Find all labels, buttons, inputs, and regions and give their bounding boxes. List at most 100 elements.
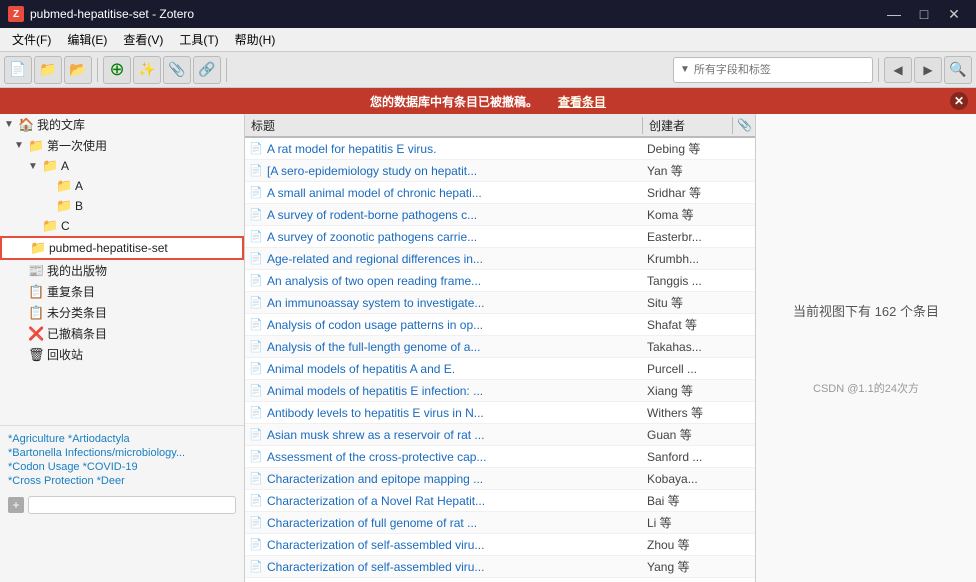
notification-link[interactable]: 查看条目 <box>558 93 606 110</box>
row-title: Age-related and regional differences in.… <box>263 252 643 266</box>
sidebar-label: 第一次使用 <box>47 137 107 154</box>
row-creator: Bai 等 <box>643 492 733 509</box>
table-row[interactable]: 📄 Antibody levels to hepatitis E virus i… <box>245 402 755 424</box>
row-doc-icon: 📄 <box>245 208 263 221</box>
search-box[interactable]: ▼ <box>673 57 873 83</box>
credit-text: CSDN @1.1的24次方 <box>793 380 939 396</box>
row-creator: Yan 等 <box>643 162 733 179</box>
folder-icon: 📁 <box>28 138 44 154</box>
menu-file[interactable]: 文件(F) <box>4 29 59 50</box>
table-row[interactable]: 📄 Characterization of a Novel Rat Hepati… <box>245 490 755 512</box>
sidebar-item-c[interactable]: 📁 C <box>0 216 244 236</box>
sidebar-item-my-library[interactable]: ▼ 🏠 我的文库 <box>0 114 244 135</box>
sidebar-item-pubmed-set[interactable]: 📁 pubmed-hepatitise-set <box>0 236 244 260</box>
sidebar-item-unclassified[interactable]: 📋 未分类条目 <box>0 302 244 323</box>
tag-item[interactable]: *Codon Usage *COVID-19 <box>8 460 236 474</box>
row-doc-icon: 📄 <box>245 516 263 529</box>
table-row[interactable]: 📄 Age-related and regional differences i… <box>245 248 755 270</box>
nav-back-button[interactable]: ◀ <box>884 57 912 83</box>
table-row[interactable]: 📄 An analysis of two open reading frame.… <box>245 270 755 292</box>
tag-search[interactable] <box>28 496 236 514</box>
tag-item[interactable]: *Bartonella Infections/microbiology... <box>8 446 236 460</box>
sidebar-label: 已撤稿条目 <box>47 325 107 342</box>
menu-help[interactable]: 帮助(H) <box>227 29 284 50</box>
new-item-button[interactable]: 📄 <box>4 56 32 84</box>
menu-tools[interactable]: 工具(T) <box>171 29 226 50</box>
add-button[interactable]: ⊕ <box>103 56 131 84</box>
row-creator: Zhou 等 <box>643 536 733 553</box>
maximize-button[interactable]: □ <box>910 0 938 28</box>
col-header-attach[interactable]: 📎 <box>733 118 755 132</box>
table-row[interactable]: 📄 An immunoassay system to investigate..… <box>245 292 755 314</box>
table-row[interactable]: 📄 A rat model for hepatitis E virus. Deb… <box>245 138 755 160</box>
table-row[interactable]: 📄 Characterization of full genome of rat… <box>245 512 755 534</box>
search-input[interactable] <box>694 64 844 76</box>
table-row[interactable]: 📄 A survey of zoonotic pathogens carrie.… <box>245 226 755 248</box>
table-row[interactable]: 📄 Analysis of the full-length genome of … <box>245 336 755 358</box>
sidebar-item-a-folder[interactable]: ▼ 📁 A <box>0 156 244 176</box>
table-row[interactable]: 📄 Characterization and epitope mapping .… <box>245 468 755 490</box>
link-button[interactable]: 🔗 <box>193 56 221 84</box>
folder-button[interactable]: 📁 <box>34 56 62 84</box>
row-title: An analysis of two open reading frame... <box>263 274 643 288</box>
table-row[interactable]: 📄 Characterization of self-assembled vir… <box>245 578 755 582</box>
titlebar: Z pubmed-hepatitise-set - Zotero — □ ✕ <box>0 0 976 28</box>
sidebar-item-retracted[interactable]: ❌ 已撤稿条目 <box>0 323 244 344</box>
window-title: pubmed-hepatitise-set - Zotero <box>30 7 880 21</box>
table-row[interactable]: 📄 Characterization of self-assembled vir… <box>245 534 755 556</box>
tree-arrow <box>14 349 28 360</box>
sidebar-item-b[interactable]: 📁 B <box>0 196 244 216</box>
table-row[interactable]: 📄 Characterization of self-assembled vir… <box>245 556 755 578</box>
sidebar: ▼ 🏠 我的文库 ▼ 📁 第一次使用 ▼ 📁 A 📁 A 📁 B 📁 C <box>0 114 245 582</box>
sidebar-item-dup[interactable]: 📋 重复条目 <box>0 281 244 302</box>
col-header-title[interactable]: 标题 <box>245 117 643 134</box>
tag-item[interactable]: *Agriculture *Artiodactyla <box>8 432 236 446</box>
sidebar-label: 回收站 <box>47 346 83 363</box>
dup-icon: 📋 <box>28 284 44 300</box>
search-dropdown-arrow[interactable]: ▼ <box>680 64 690 75</box>
locate-button[interactable]: 🔍 <box>944 56 972 84</box>
table-row[interactable]: 📄 Analysis of codon usage patterns in op… <box>245 314 755 336</box>
sidebar-item-my-publications[interactable]: 📰 我的出版物 <box>0 260 244 281</box>
notification-bar: 您的数据库中有条目已被撤稿。 查看条目 ✕ <box>0 88 976 114</box>
tag-item[interactable]: *Cross Protection *Deer <box>8 474 236 488</box>
sidebar-item-first-use[interactable]: ▼ 📁 第一次使用 <box>0 135 244 156</box>
row-title: Characterization and epitope mapping ... <box>263 472 643 486</box>
table-row[interactable]: 📄 [A sero-epidemiology study on hepatit.… <box>245 160 755 182</box>
library-icon: 🏠 <box>18 117 34 133</box>
attach-button[interactable]: 📎 <box>163 56 191 84</box>
menu-view[interactable]: 查看(V) <box>115 29 171 50</box>
tree-arrow <box>42 201 56 212</box>
nav-forward-button[interactable]: ▶ <box>914 57 942 83</box>
table-row[interactable]: 📄 A survey of rodent-borne pathogens c..… <box>245 204 755 226</box>
row-creator: Yang 等 <box>643 558 733 575</box>
notification-close-button[interactable]: ✕ <box>950 92 968 110</box>
tag-search-input[interactable] <box>33 499 231 511</box>
row-title: Analysis of codon usage patterns in op..… <box>263 318 643 332</box>
row-creator: Guan 等 <box>643 426 733 443</box>
row-doc-icon: 📄 <box>245 428 263 441</box>
row-title: Animal models of hepatitis A and E. <box>263 362 643 376</box>
add-tag-button[interactable]: + <box>8 497 24 513</box>
row-doc-icon: 📄 <box>245 274 263 287</box>
table-row[interactable]: 📄 Asian musk shrew as a reservoir of rat… <box>245 424 755 446</box>
table-row[interactable]: 📄 A small animal model of chronic hepati… <box>245 182 755 204</box>
minimize-button[interactable]: — <box>880 0 908 28</box>
col-header-creator[interactable]: 创建者 <box>643 117 733 134</box>
table-row[interactable]: 📄 Assessment of the cross-protective cap… <box>245 446 755 468</box>
menu-edit[interactable]: 编辑(E) <box>59 29 115 50</box>
table-row[interactable]: 📄 Animal models of hepatitis A and E. Pu… <box>245 358 755 380</box>
tree-arrow: ▼ <box>4 119 18 130</box>
magic-button[interactable]: ✨ <box>133 56 161 84</box>
close-button[interactable]: ✕ <box>940 0 968 28</box>
row-doc-icon: 📄 <box>245 296 263 309</box>
table-row[interactable]: 📄 Animal models of hepatitis E infection… <box>245 380 755 402</box>
sidebar-item-a-sub[interactable]: 📁 A <box>0 176 244 196</box>
row-doc-icon: 📄 <box>245 318 263 331</box>
sidebar-item-trash[interactable]: 🗑 回收站 <box>0 344 244 365</box>
row-doc-icon: 📄 <box>245 406 263 419</box>
folder2-button[interactable]: 📂 <box>64 56 92 84</box>
row-title: Characterization of self-assembled viru.… <box>263 538 643 552</box>
row-doc-icon: 📄 <box>245 384 263 397</box>
app-icon: Z <box>8 6 24 22</box>
